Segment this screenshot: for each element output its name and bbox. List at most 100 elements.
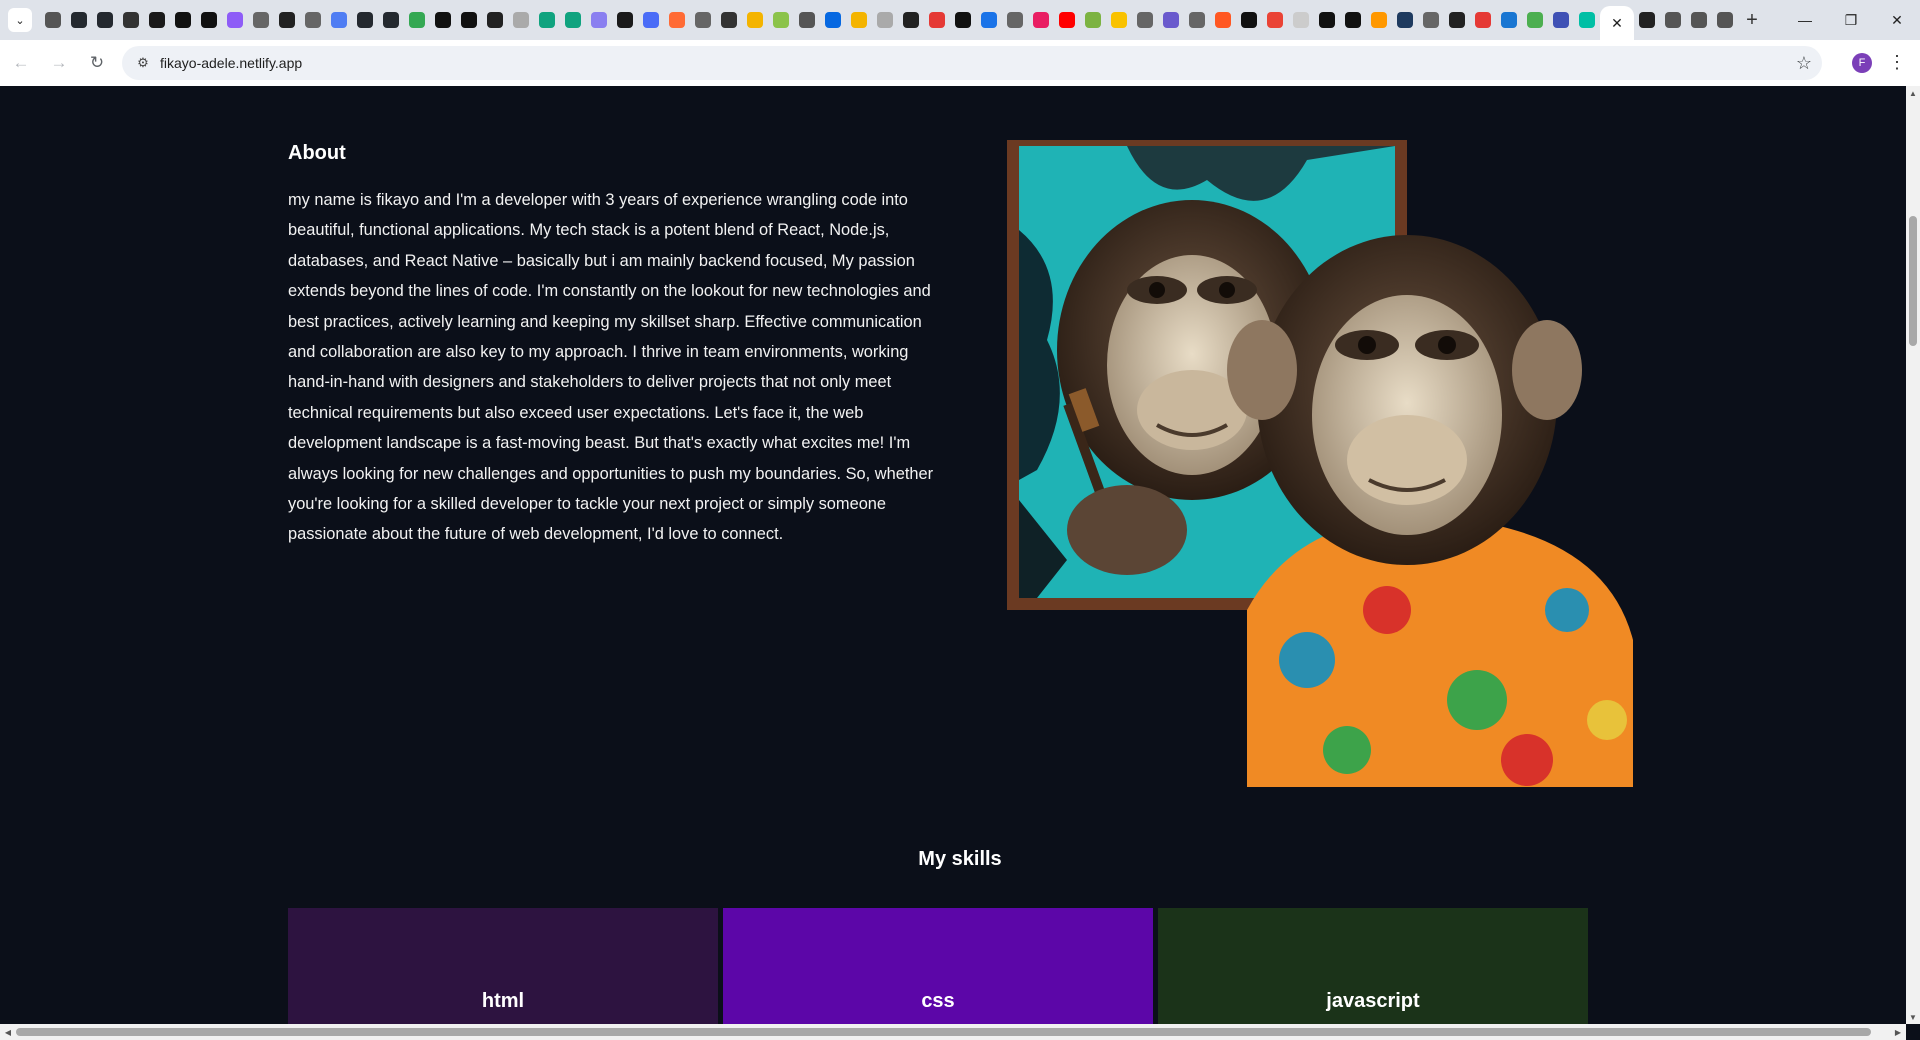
back-arrow-icon[interactable]: ← [4,46,38,80]
favicon-icon [331,12,347,28]
browser-menu-icon[interactable]: ⋮ [1888,52,1906,73]
tab-favicon-icon[interactable] [1418,0,1444,40]
scroll-down-icon[interactable]: ▼ [1906,1010,1920,1024]
tab-favicon-icon[interactable] [326,0,352,40]
tab-favicon-icon[interactable] [1686,0,1712,40]
tab-favicon-icon[interactable] [638,0,664,40]
tab-favicon-icon[interactable] [950,0,976,40]
tab-favicon-icon[interactable] [1080,0,1106,40]
tab-favicon-icon[interactable] [1574,0,1600,40]
profile-avatar[interactable]: F [1852,53,1872,73]
scroll-up-icon[interactable]: ▲ [1906,86,1920,100]
vertical-scrollbar[interactable]: ▲ ▼ [1906,86,1920,1024]
active-tab-close-icon[interactable]: ✕ [1600,6,1634,40]
tab-favicon-icon[interactable] [976,0,1002,40]
tab-favicon-icon[interactable] [1340,0,1366,40]
tab-favicon-icon[interactable] [1158,0,1184,40]
tab-favicon-icon[interactable] [1262,0,1288,40]
favicon-icon [539,12,555,28]
forward-arrow-icon[interactable]: → [42,46,76,80]
tab-favicon-icon[interactable] [586,0,612,40]
tab-favicon-icon[interactable] [1236,0,1262,40]
tab-favicon-icon[interactable] [1366,0,1392,40]
tab-favicon-icon[interactable] [794,0,820,40]
favicon-icon [149,12,165,28]
favicon-icon [799,12,815,28]
tab-favicon-icon[interactable] [508,0,534,40]
tab-favicon-icon[interactable] [534,0,560,40]
close-window-icon[interactable]: ✕ [1874,0,1920,40]
tab-favicon-icon[interactable] [1002,0,1028,40]
tab-favicon-icon[interactable] [1634,0,1660,40]
tab-favicon-icon[interactable] [612,0,638,40]
favicon-icon [1691,12,1707,28]
tab-favicon-icon[interactable] [742,0,768,40]
bookmark-star-icon[interactable]: ☆ [1796,53,1812,74]
tab-favicon-icon[interactable] [118,0,144,40]
tab-favicon-icon[interactable] [66,0,92,40]
tab-favicon-icon[interactable] [1660,0,1686,40]
tab-favicon-icon[interactable] [378,0,404,40]
tab-favicon-icon[interactable] [170,0,196,40]
tab-favicon-icon[interactable] [872,0,898,40]
url-text[interactable]: fikayo-adele.netlify.app [160,55,302,71]
scroll-right-icon[interactable]: ▶ [1890,1024,1906,1040]
tab-favicon-icon[interactable] [1184,0,1210,40]
tab-favicon-icon[interactable] [1548,0,1574,40]
tab-favicon-icon[interactable] [1132,0,1158,40]
tab-favicon-icon[interactable] [1028,0,1054,40]
skill-label: html [481,990,525,1012]
tab-favicon-icon[interactable] [1210,0,1236,40]
tab-favicon-icon[interactable] [482,0,508,40]
tab-favicon-icon[interactable] [1712,0,1738,40]
tab-favicon-icon[interactable] [898,0,924,40]
tab-favicon-icon[interactable] [1470,0,1496,40]
tab-favicon-icon[interactable] [1288,0,1314,40]
favicon-icon [1397,12,1413,28]
tab-favicon-icon[interactable] [300,0,326,40]
tab-favicon-icon[interactable] [846,0,872,40]
favicon-icon [435,12,451,28]
tab-favicon-icon[interactable] [1054,0,1080,40]
address-bar[interactable]: ⚙ fikayo-adele.netlify.app ☆ [122,46,1822,80]
tab-search-icon[interactable]: ⌄ [8,8,32,32]
reload-icon[interactable]: ↻ [80,46,114,80]
tab-favicon-icon[interactable] [274,0,300,40]
tab-favicon-icon[interactable] [820,0,846,40]
vertical-scroll-thumb[interactable] [1909,216,1917,346]
new-tab-button[interactable]: + [1738,0,1766,40]
favicon-icon [721,12,737,28]
restore-icon[interactable]: ❐ [1828,0,1874,40]
tab-favicon-icon[interactable] [560,0,586,40]
scroll-left-icon[interactable]: ◀ [0,1024,16,1040]
tab-favicon-icon[interactable] [430,0,456,40]
favicon-icon [279,12,295,28]
tab-favicon-icon[interactable] [1444,0,1470,40]
tab-favicon-icon[interactable] [1106,0,1132,40]
horizontal-scroll-thumb[interactable] [16,1028,1871,1036]
favicon-icon [1423,12,1439,28]
tab-favicon-icon[interactable] [768,0,794,40]
tab-favicon-icon[interactable] [222,0,248,40]
tab-favicon-icon[interactable] [92,0,118,40]
tab-favicon-icon[interactable] [1314,0,1340,40]
favicon-icon [461,12,477,28]
tab-favicon-icon[interactable] [1522,0,1548,40]
tab-favicon-icon[interactable] [40,0,66,40]
favicon-icon [1371,12,1387,28]
tab-favicon-icon[interactable] [716,0,742,40]
site-settings-icon[interactable]: ⚙ [130,55,156,71]
tab-favicon-icon[interactable] [664,0,690,40]
tab-favicon-icon[interactable] [690,0,716,40]
tab-favicon-icon[interactable] [1392,0,1418,40]
tab-favicon-icon[interactable] [248,0,274,40]
tab-favicon-icon[interactable] [144,0,170,40]
horizontal-scrollbar[interactable]: ◀ ▶ [0,1024,1906,1040]
tab-favicon-icon[interactable] [196,0,222,40]
tab-favicon-icon[interactable] [1496,0,1522,40]
tab-favicon-icon[interactable] [924,0,950,40]
tab-favicon-icon[interactable] [404,0,430,40]
tab-favicon-icon[interactable] [352,0,378,40]
minimize-icon[interactable]: — [1782,0,1828,40]
tab-favicon-icon[interactable] [456,0,482,40]
